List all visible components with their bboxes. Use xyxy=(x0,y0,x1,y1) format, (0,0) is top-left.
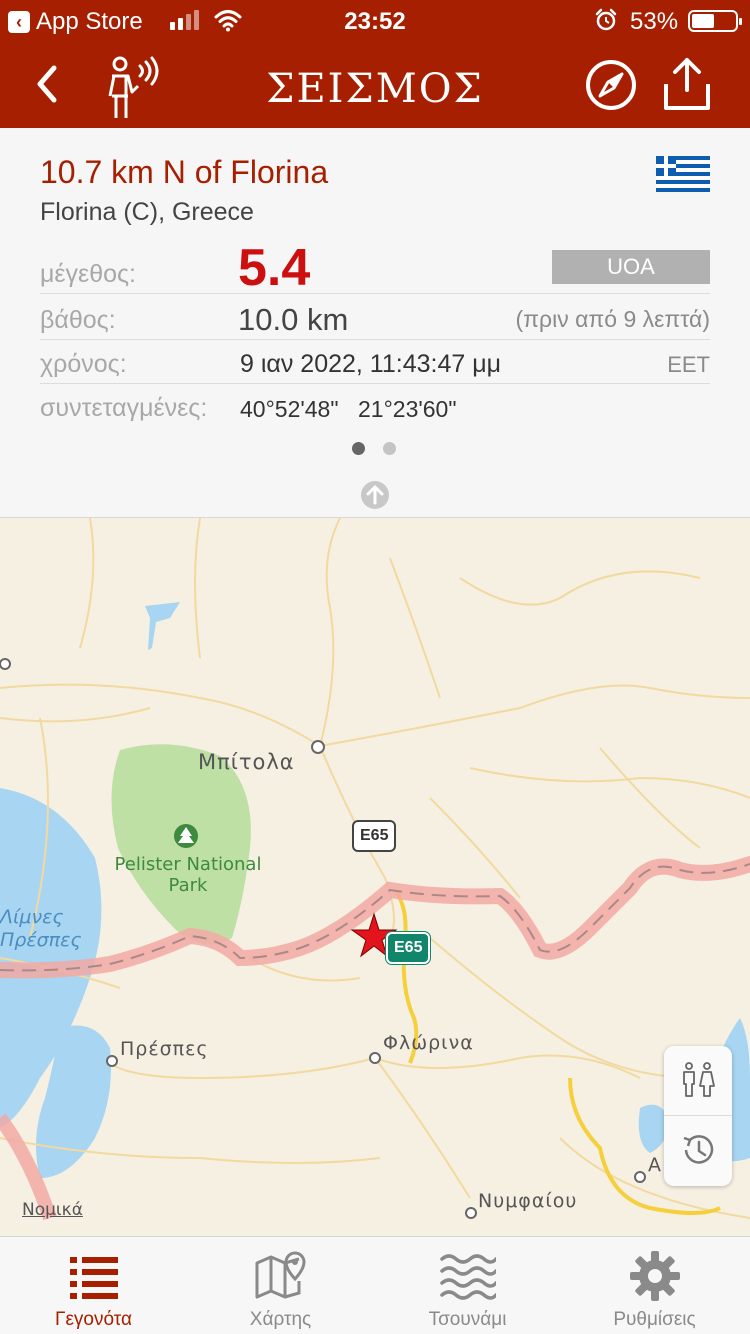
battery-icon xyxy=(688,10,742,32)
source-badge[interactable]: UOA xyxy=(552,250,710,284)
road-shield-e65-green: E65 xyxy=(386,932,431,964)
time-label: χρόνος: xyxy=(40,350,127,378)
event-time: 9 ιαν 2022, 11:43:47 μμ xyxy=(240,350,502,378)
coordinates-row: συντεταγμένες: 40°52'48" 21°23'60" xyxy=(40,384,710,428)
collapse-up-icon[interactable] xyxy=(360,480,390,510)
tab-settings[interactable]: Ρυθμίσεις xyxy=(561,1237,748,1334)
tab-bar: Γεγονότα Χάρτης Τσουνάμι Ρυθμίσεις xyxy=(0,1236,750,1334)
time-ago: (πριν από 9 λεπτά) xyxy=(515,306,710,332)
event-place: 10.7 km N of Florina xyxy=(40,154,329,190)
top-bar: ‹ App Store 23:52 53% ΣΕΙΣΜΟΣ xyxy=(0,0,750,128)
latitude: 40°52'48" xyxy=(240,396,339,422)
page-dot-1[interactable] xyxy=(352,442,365,455)
tab-label-events: Γεγονότα xyxy=(54,1309,133,1330)
share-icon[interactable] xyxy=(660,56,714,112)
lake-label: Λίμνες Πρέσπες xyxy=(0,906,82,952)
page-dot-2[interactable] xyxy=(383,442,396,455)
list-icon xyxy=(70,1257,118,1299)
magnitude-value: 5.4 xyxy=(238,239,311,297)
depth-row: βάθος: 10.0 km (πριν από 9 λεπτά) xyxy=(40,294,710,340)
nav-bar: ΣΕΙΣΜΟΣ xyxy=(0,42,750,128)
city-label-prespes: Πρέσπες xyxy=(120,1038,209,1060)
event-region: Florina (C), Greece xyxy=(40,198,254,226)
depth-label: βάθος: xyxy=(40,306,116,334)
history-icon[interactable] xyxy=(678,1130,718,1170)
tab-map[interactable]: Χάρτης xyxy=(187,1237,374,1334)
page-indicator[interactable] xyxy=(352,442,396,455)
lake-label-line-2: Πρέσπες xyxy=(0,929,82,951)
longitude: 21°23'60" xyxy=(358,396,457,422)
road-shield-e65: E65 xyxy=(352,820,397,852)
magnitude-label: μέγεθος: xyxy=(40,260,136,288)
lake-label-line-1: Λίμνες xyxy=(0,906,64,928)
time-row: χρόνος: 9 ιαν 2022, 11:43:47 μμ EET xyxy=(40,340,710,384)
people-icon[interactable] xyxy=(678,1060,718,1100)
legal-link[interactable]: Νομικά xyxy=(22,1200,83,1220)
greece-flag-icon xyxy=(656,156,710,192)
depth-value: 10.0 km xyxy=(238,302,349,337)
map-icon xyxy=(255,1251,306,1299)
city-label-nymfaiou: Νυμφαίου xyxy=(478,1190,578,1212)
waves-icon xyxy=(440,1254,496,1300)
compass-icon[interactable] xyxy=(584,58,638,112)
gear-icon xyxy=(630,1251,680,1301)
status-bar: ‹ App Store 23:52 53% xyxy=(0,0,750,42)
tab-label-tsunami: Τσουνάμι xyxy=(428,1309,507,1330)
map-controls xyxy=(664,1046,732,1186)
magnitude-row: μέγεθος: 5.4 UOA xyxy=(40,239,710,297)
city-label-bitola: Μπίτολα xyxy=(198,750,295,774)
map-view[interactable]: Μπίτολα Φλώρινα Πρέσπες Νυμφαίου Α Pelis… xyxy=(0,518,750,1236)
city-label-florina: Φλώρινα xyxy=(383,1032,474,1054)
alarm-icon xyxy=(595,8,617,31)
city-label-partial: Α xyxy=(648,1154,662,1176)
tab-label-settings: Ρυθμίσεις xyxy=(613,1309,696,1330)
earthquake-details-card[interactable]: 10.7 km N of Florina Florina (C), Greece… xyxy=(0,128,750,518)
battery-percent: 53% xyxy=(630,8,679,35)
tab-label-map: Χάρτης xyxy=(249,1309,312,1330)
tab-tsunami[interactable]: Τσουνάμι xyxy=(374,1237,561,1334)
coordinates-label: συντεταγμένες: xyxy=(40,394,208,422)
tab-events[interactable]: Γεγονότα xyxy=(0,1237,187,1334)
park-label: Pelister National Park xyxy=(114,854,262,896)
timezone: EET xyxy=(667,352,710,377)
